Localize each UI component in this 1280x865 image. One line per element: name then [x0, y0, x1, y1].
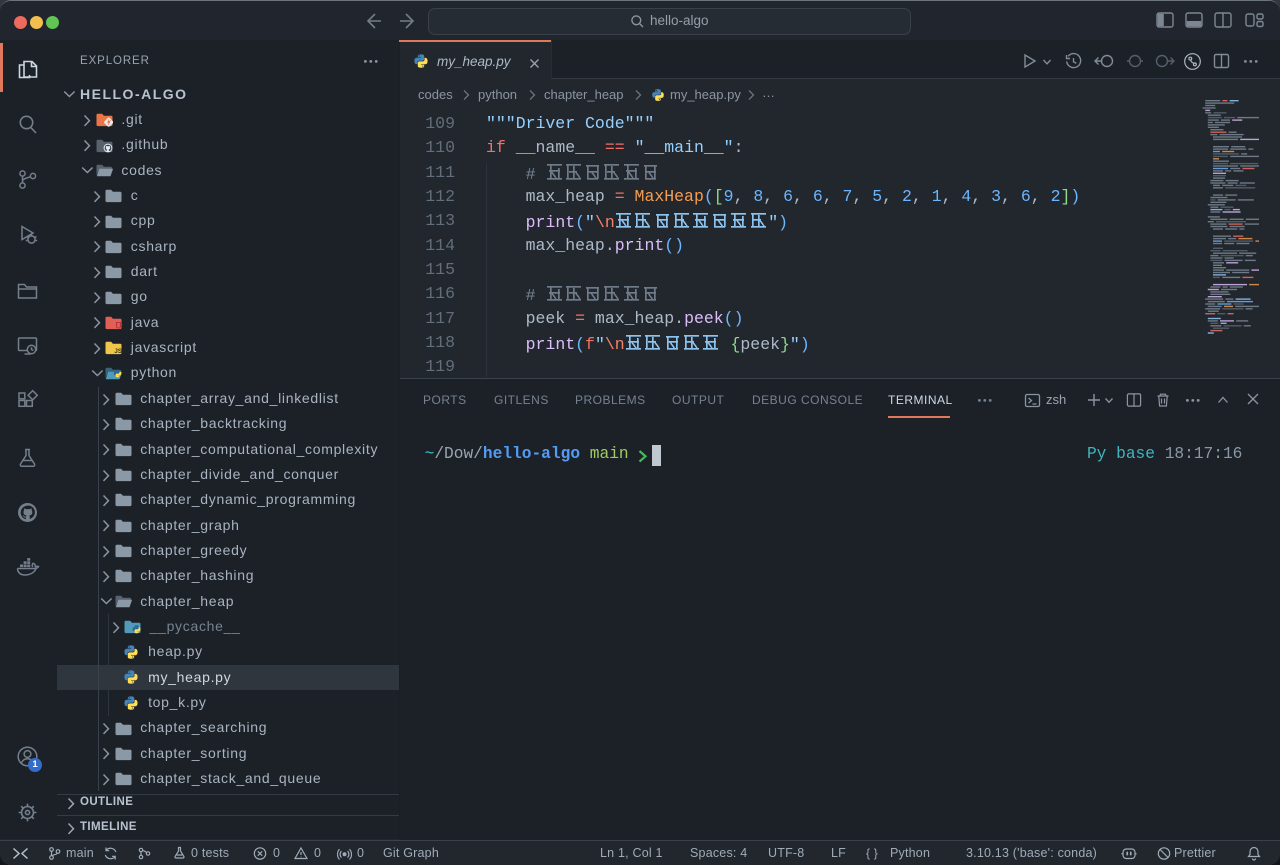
svg-text:JS: JS — [114, 348, 122, 355]
